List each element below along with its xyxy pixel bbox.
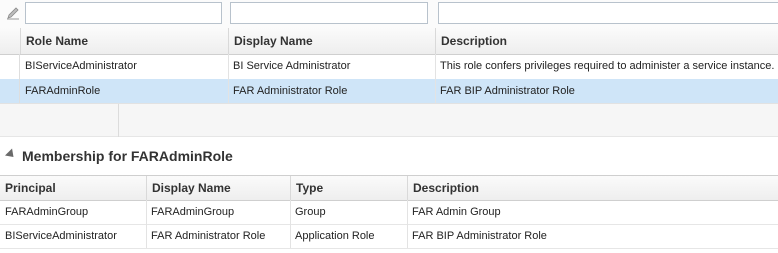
- divider: [118, 104, 119, 137]
- role-name-cell: BIServiceAdministrator: [25, 60, 137, 72]
- collapse-triangle-icon[interactable]: [4, 148, 18, 161]
- type-cell: Application Role: [295, 230, 375, 242]
- table-row[interactable]: BIServiceAdministrator BI Service Admini…: [0, 54, 778, 80]
- description-cell: FAR BIP Administrator Role: [440, 85, 575, 97]
- display-name-cell: FAR Administrator Role: [233, 85, 348, 97]
- membership-section-header[interactable]: Membership for FARAdminRole: [0, 138, 778, 175]
- table-row-selected[interactable]: FARAdminRole FAR Administrator Role FAR …: [0, 79, 778, 105]
- column-header-principal[interactable]: Principal: [0, 176, 146, 200]
- display-name-filter-input[interactable]: [230, 2, 428, 24]
- table-footer-strip: [0, 103, 778, 137]
- column-header-display-name[interactable]: Display Name: [146, 176, 290, 200]
- clear-filter-icon[interactable]: [6, 6, 20, 20]
- description-filter-input[interactable]: [438, 2, 778, 24]
- row-header[interactable]: [0, 54, 20, 79]
- section-title: Membership for FARAdminRole: [22, 148, 233, 164]
- column-divider: [290, 200, 291, 248]
- table-row[interactable]: FARAdminGroup FARAdminGroup Group FAR Ad…: [0, 200, 778, 225]
- membership-header-row: Principal Display Name Type Description: [0, 176, 778, 201]
- display-name-cell: FAR Administrator Role: [151, 230, 266, 242]
- role-name-cell: FARAdminRole: [25, 85, 101, 97]
- roles-table: Role Name Display Name Description BISer…: [0, 0, 778, 105]
- roles-header-row: Role Name Display Name Description: [0, 28, 778, 55]
- filter-row: [0, 0, 778, 29]
- column-header-description[interactable]: Description: [407, 176, 778, 200]
- column-header-display-name[interactable]: Display Name: [228, 28, 435, 54]
- column-divider: [146, 200, 147, 248]
- role-name-filter-input[interactable]: [25, 2, 222, 24]
- column-divider: [228, 54, 229, 103]
- row-header[interactable]: [0, 79, 20, 104]
- principal-cell: BIServiceAdministrator: [5, 230, 117, 242]
- description-cell: This role confers privileges required to…: [440, 60, 775, 72]
- principal-cell: FARAdminGroup: [5, 206, 89, 218]
- display-name-cell: FARAdminGroup: [151, 206, 235, 218]
- description-cell: FAR Admin Group: [412, 206, 501, 218]
- column-header-description[interactable]: Description: [435, 28, 778, 54]
- column-header-type[interactable]: Type: [290, 176, 407, 200]
- column-divider: [407, 200, 408, 248]
- type-cell: Group: [295, 206, 326, 218]
- column-header-role-name[interactable]: Role Name: [20, 28, 228, 54]
- description-cell: FAR BIP Administrator Role: [412, 230, 547, 242]
- table-row[interactable]: BIServiceAdministrator FAR Administrator…: [0, 224, 778, 249]
- membership-table: Principal Display Name Type Description …: [0, 175, 778, 253]
- column-divider: [435, 54, 436, 103]
- row-header-spacer: [0, 28, 20, 54]
- display-name-cell: BI Service Administrator: [233, 60, 351, 72]
